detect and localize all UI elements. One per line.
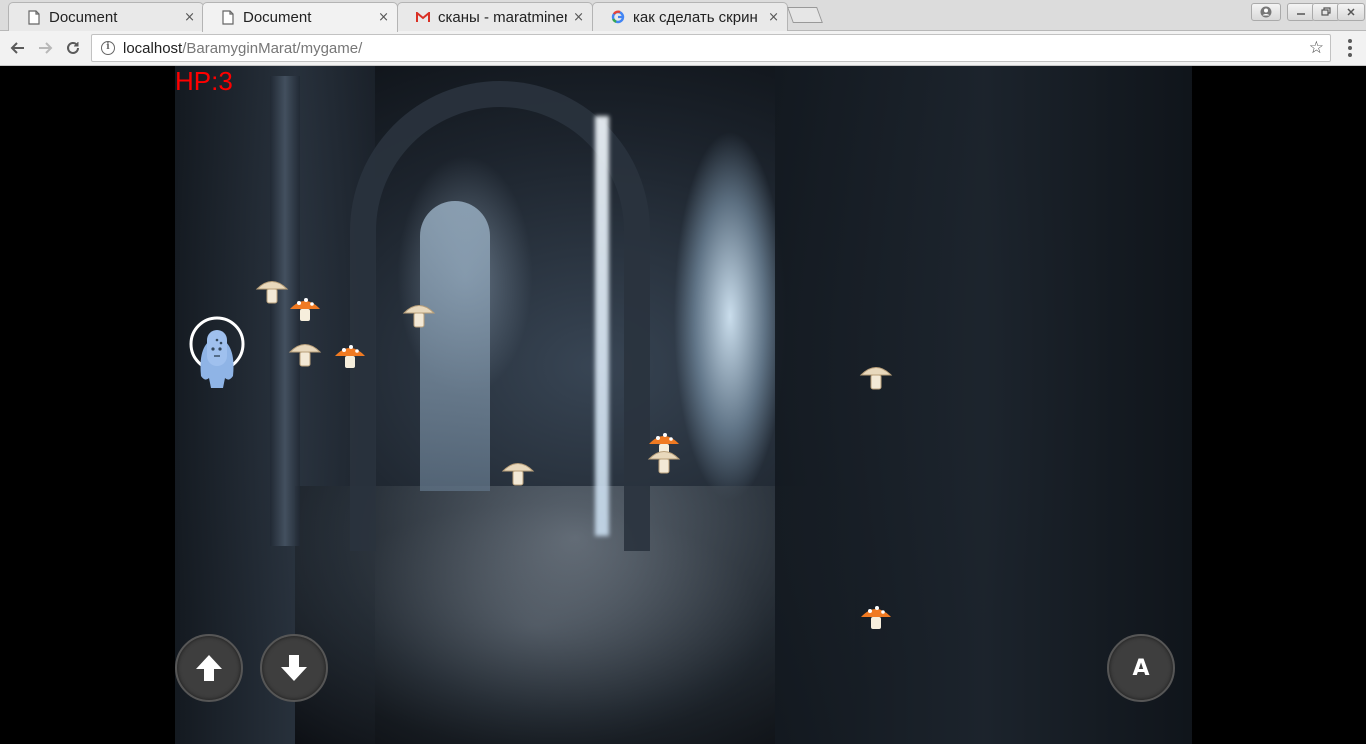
tab-title: сканы - maratminer (438, 8, 568, 26)
browser-tab-strip: Document × Document × сканы - maratminer… (0, 0, 1366, 32)
tab-title: Document (49, 8, 118, 26)
background-arch-opening (420, 201, 490, 491)
mushroom-beige (288, 339, 322, 369)
mushroom-beige (647, 446, 681, 476)
restore-button[interactable] (1312, 3, 1340, 21)
mushroom-beige (501, 458, 535, 488)
bookmark-star-icon[interactable]: ☆ (1309, 38, 1324, 58)
google-icon (611, 9, 625, 25)
mushroom-orange (288, 295, 322, 325)
info-icon[interactable]: i (101, 41, 115, 55)
action-a-button[interactable]: A (1107, 634, 1175, 702)
back-button[interactable] (6, 37, 28, 59)
mushroom-beige (402, 300, 436, 330)
page-viewport: HP:3 A (0, 66, 1366, 744)
arrow-down-icon (281, 655, 307, 681)
tab-google[interactable]: как сделать скрин × (592, 2, 788, 31)
move-down-button[interactable] (260, 634, 328, 702)
address-bar[interactable]: i localhost/BaramyginMarat/mygame/ ☆ (91, 34, 1331, 62)
tab-title: как сделать скрин (633, 8, 758, 26)
close-window-button[interactable] (1337, 3, 1365, 21)
background-light-beam (595, 116, 609, 536)
minimize-button[interactable] (1287, 3, 1315, 21)
url-path: /BaramyginMarat/mygame/ (182, 39, 363, 57)
gmail-icon (416, 9, 430, 25)
player-character (189, 316, 245, 394)
mushroom-orange (859, 603, 893, 633)
profile-icon[interactable] (1251, 3, 1281, 21)
close-icon[interactable]: × (378, 10, 389, 25)
close-icon[interactable]: × (573, 10, 584, 25)
mushroom-beige (255, 276, 289, 306)
tab-document-2[interactable]: Document × (202, 2, 398, 32)
tab-document-1[interactable]: Document × (8, 2, 204, 31)
browser-toolbar: i localhost/BaramyginMarat/mygame/ ☆ (0, 31, 1366, 66)
new-tab-button[interactable] (787, 7, 823, 23)
mushroom-beige (859, 362, 893, 392)
arrow-up-icon (196, 655, 222, 681)
move-up-button[interactable] (175, 634, 243, 702)
tab-gmail[interactable]: сканы - maratminer × (397, 2, 593, 31)
arrow-left-icon (10, 42, 24, 54)
document-icon (27, 9, 41, 25)
reload-button[interactable] (62, 37, 84, 59)
hp-counter: HP:3 (175, 66, 233, 96)
close-icon[interactable]: × (768, 10, 779, 25)
action-a-label: A (1132, 655, 1150, 681)
game-canvas[interactable]: HP:3 A (175, 66, 1192, 744)
browser-menu-icon[interactable] (1348, 39, 1352, 57)
url-host: localhost (123, 39, 183, 57)
reload-icon (67, 41, 79, 54)
tab-title: Document (243, 9, 312, 26)
close-icon[interactable]: × (184, 10, 195, 25)
forward-button[interactable] (35, 37, 57, 59)
mushroom-orange (333, 342, 367, 372)
document-icon (221, 10, 235, 26)
arrow-right-icon (39, 42, 53, 54)
